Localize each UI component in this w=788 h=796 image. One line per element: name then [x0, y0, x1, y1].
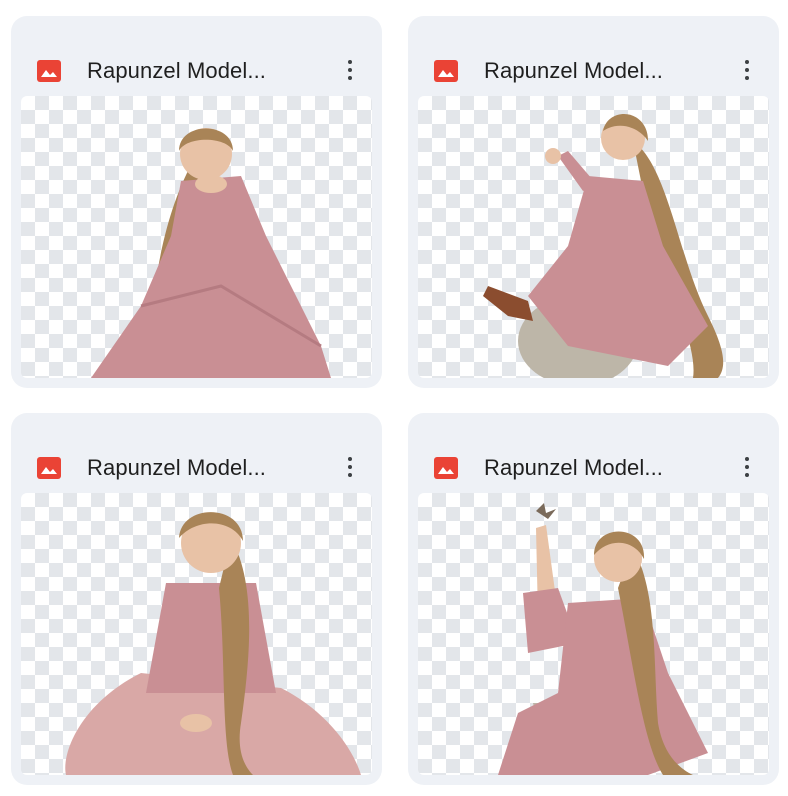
thumbnail-image — [483, 114, 724, 378]
file-card-header: Rapunzel Model... — [408, 16, 779, 92]
file-name[interactable]: Rapunzel Model... — [87, 453, 317, 483]
more-options-button[interactable] — [733, 451, 761, 483]
file-card-header: Rapunzel Model... — [408, 413, 779, 489]
file-card-header: Rapunzel Model... — [11, 16, 382, 92]
file-card-header: Rapunzel Model... — [11, 413, 382, 489]
image-file-icon — [434, 60, 458, 82]
thumbnail-image — [498, 503, 708, 775]
image-file-icon — [434, 457, 458, 479]
file-card[interactable]: Rapunzel Model... — [408, 413, 779, 785]
image-file-icon — [37, 457, 61, 479]
file-card[interactable]: Rapunzel Model... — [408, 16, 779, 388]
image-thumbnail[interactable] — [418, 493, 769, 775]
file-name[interactable]: Rapunzel Model... — [87, 56, 317, 86]
thumbnail-image — [91, 128, 331, 378]
more-options-button[interactable] — [336, 451, 364, 483]
file-name[interactable]: Rapunzel Model... — [484, 453, 714, 483]
image-thumbnail[interactable] — [418, 96, 769, 378]
image-file-icon — [37, 60, 61, 82]
thumbnail-image — [65, 512, 362, 775]
more-options-button[interactable] — [733, 54, 761, 86]
file-card[interactable]: Rapunzel Model... — [11, 413, 382, 785]
file-card[interactable]: Rapunzel Model... — [11, 16, 382, 388]
more-options-button[interactable] — [336, 54, 364, 86]
file-name[interactable]: Rapunzel Model... — [484, 56, 714, 86]
image-thumbnail[interactable] — [21, 493, 372, 775]
image-thumbnail[interactable] — [21, 96, 372, 378]
